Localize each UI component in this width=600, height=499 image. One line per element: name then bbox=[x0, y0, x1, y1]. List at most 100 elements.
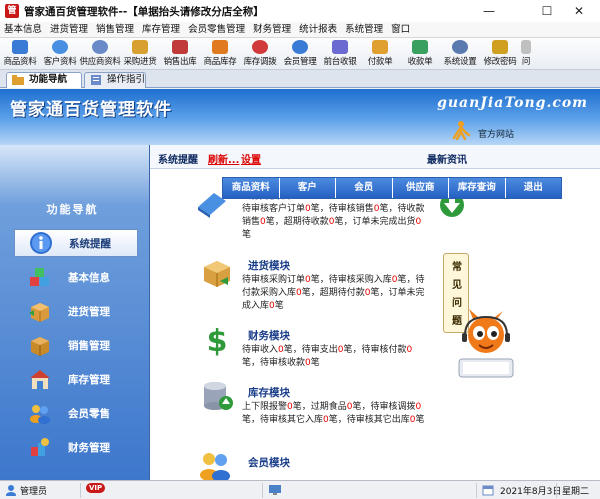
payment-icon bbox=[372, 40, 388, 54]
user-icon bbox=[6, 485, 16, 496]
tool-help[interactable]: 问 bbox=[520, 38, 532, 70]
module-text: 笔，待审支出 bbox=[283, 345, 338, 355]
menu-member-retail[interactable]: 会员零售管理 bbox=[184, 22, 249, 38]
people-icon bbox=[200, 453, 230, 480]
quick-product-button[interactable]: 商品资料 bbox=[223, 178, 280, 198]
tool-customer[interactable]: 客户资料 bbox=[40, 38, 80, 70]
sidebar-item-system-tips[interactable]: 系统提醒 bbox=[14, 229, 138, 257]
system-tips-label: 系统提醒 bbox=[158, 155, 198, 166]
inventory-module-title[interactable]: 库存模块 bbox=[248, 385, 290, 400]
people-icon bbox=[30, 405, 50, 424]
count-value[interactable]: 0 bbox=[407, 345, 413, 355]
minimize-button[interactable]: — bbox=[468, 0, 510, 22]
tab-bar: 功能导航 操作指引 bbox=[0, 70, 600, 88]
menu-system[interactable]: 系统管理 bbox=[341, 22, 387, 38]
module-text: 笔 bbox=[310, 358, 320, 368]
tool-settings[interactable]: 系统设置 bbox=[440, 38, 480, 70]
faq-char: 常 bbox=[452, 262, 462, 273]
tool-payment[interactable]: 付款单 bbox=[360, 38, 400, 70]
quick-supplier-button[interactable]: 供应商 bbox=[392, 178, 449, 198]
status-bar: 管理员 VIP 2021年8月3日 星期二 bbox=[0, 480, 600, 499]
sidebar-item-label: 系统提醒 bbox=[69, 237, 111, 250]
mascot-icon[interactable] bbox=[453, 295, 519, 383]
sidebar-item-member-retail[interactable]: 会员零售 bbox=[14, 399, 138, 427]
quick-customer-button[interactable]: 客户 bbox=[279, 178, 336, 198]
tool-member[interactable]: 会员管理 bbox=[280, 38, 320, 70]
sidebar-item-inventory[interactable]: 库存管理 bbox=[14, 365, 138, 393]
menu-purchase[interactable]: 进货管理 bbox=[46, 22, 92, 38]
finance-module-title[interactable]: 财务模块 bbox=[248, 328, 290, 343]
box-icon bbox=[29, 303, 49, 322]
tool-sales-out[interactable]: 销售出库 bbox=[160, 38, 200, 70]
sidebar-item-label: 财务管理 bbox=[68, 441, 110, 454]
tool-label: 付款单 bbox=[367, 57, 393, 67]
tool-supplier[interactable]: 供应商资料 bbox=[79, 38, 121, 70]
tab-function-nav[interactable]: 功能导航 bbox=[6, 72, 82, 88]
tool-purchase[interactable]: 采购进货 bbox=[120, 38, 160, 70]
window-title: 管家通百货管理软件--【单据抬头请修改分店全称】 bbox=[24, 5, 264, 18]
menu-window[interactable]: 窗口 bbox=[387, 22, 414, 38]
count-value[interactable]: 0 bbox=[416, 217, 422, 227]
tool-label: 销售出库 bbox=[163, 57, 197, 67]
menu-basic-info[interactable]: 基本信息 bbox=[0, 22, 46, 38]
close-button[interactable]: ✕ bbox=[558, 0, 600, 22]
tool-product[interactable]: 商品资料 bbox=[0, 38, 40, 70]
quick-exit-button[interactable]: 退出 bbox=[505, 178, 561, 198]
quick-member-button[interactable]: 会员 bbox=[336, 178, 393, 198]
menu-bar: 基本信息 进货管理 销售管理 库存管理 会员零售管理 财务管理 统计报表 系统管… bbox=[0, 22, 600, 38]
sidebar-item-finance[interactable]: 财务管理 bbox=[14, 433, 138, 461]
tool-receipt[interactable]: 收款单 bbox=[400, 38, 440, 70]
status-divider bbox=[476, 483, 477, 498]
module-text: 笔，待审核采购入库 bbox=[310, 275, 392, 285]
sales-module-text: 待审核客户订单0笔，待审核销售0笔，待收款销售0笔，超期待收款0笔，订单未完成出… bbox=[242, 203, 427, 242]
menu-reports[interactable]: 统计报表 bbox=[295, 22, 341, 38]
tab-guide[interactable]: 操作指引 bbox=[84, 72, 146, 88]
sidebar-item-label: 库存管理 bbox=[68, 373, 110, 386]
sidebar-item-label: 基本信息 bbox=[68, 271, 110, 284]
transfer-icon bbox=[252, 40, 268, 54]
sidebar-item-sales[interactable]: 销售管理 bbox=[14, 331, 138, 359]
warehouse-icon bbox=[30, 370, 50, 389]
count-value[interactable]: 0 bbox=[416, 402, 422, 412]
settings-link[interactable]: 设置 bbox=[241, 151, 261, 166]
tool-cashier[interactable]: 前台收银 bbox=[320, 38, 360, 70]
member-module-title[interactable]: 会员模块 bbox=[248, 455, 290, 470]
content-header: 系统提醒 刷新... 设置 最新资讯 bbox=[150, 145, 600, 169]
sidebar: 功能导航 系统提醒 基本信息 进货管理 销售管理 库存管理 会员零售 财务管理 bbox=[0, 145, 150, 480]
finance-module-text: 待审收入0笔，待审支出0笔，待审核付款0笔，待审核收款0笔 bbox=[242, 344, 427, 370]
module-text: 笔，超期待付款 bbox=[301, 288, 365, 298]
tool-label: 系统设置 bbox=[443, 57, 477, 67]
sidebar-item-basic-info[interactable]: 基本信息 bbox=[14, 263, 138, 291]
refresh-link[interactable]: 刷新... bbox=[208, 151, 239, 166]
tool-label: 问 bbox=[521, 57, 531, 67]
sidebar-item-label: 销售管理 bbox=[68, 339, 110, 352]
tool-inventory[interactable]: 商品库存 bbox=[200, 38, 240, 70]
official-site-link[interactable]: 官方网站 bbox=[478, 127, 514, 140]
purchase-module-title[interactable]: 进货模块 bbox=[248, 258, 290, 273]
tool-label: 收款单 bbox=[407, 57, 433, 67]
package-icon bbox=[31, 337, 49, 356]
module-text: 笔 bbox=[415, 415, 425, 425]
help-icon bbox=[521, 40, 531, 54]
menu-finance[interactable]: 财务管理 bbox=[249, 22, 295, 38]
guide-tab-icon bbox=[91, 75, 101, 85]
quick-inventory-query-button[interactable]: 库存查询 bbox=[449, 178, 506, 198]
status-date: 2021年8月3日 bbox=[500, 487, 562, 497]
vip-badge[interactable]: VIP bbox=[86, 483, 106, 493]
module-text: 笔，过期食品 bbox=[292, 402, 347, 412]
tool-password[interactable]: 修改密码 bbox=[480, 38, 520, 70]
tool-label: 前台收银 bbox=[323, 57, 357, 67]
sidebar-item-purchase[interactable]: 进货管理 bbox=[14, 297, 138, 325]
tool-transfer[interactable]: 库存调拨 bbox=[240, 38, 280, 70]
menu-inventory[interactable]: 库存管理 bbox=[138, 22, 184, 38]
status-weekday: 星期二 bbox=[562, 487, 590, 497]
inventory-icon bbox=[212, 40, 228, 54]
menu-sales[interactable]: 销售管理 bbox=[92, 22, 138, 38]
tool-label: 供应商资料 bbox=[79, 57, 121, 67]
module-text: 笔 bbox=[242, 230, 252, 240]
banner: 管家通百货管理软件 guanJiaTong.com 官方网站 bbox=[0, 89, 600, 145]
module-text: 笔，待审核其它入库 bbox=[242, 415, 324, 425]
tool-label: 修改密码 bbox=[483, 57, 517, 67]
main-content: 系统提醒 刷新... 设置 最新资讯 销售模块 待审核客户订单0笔，待审核销售0… bbox=[150, 145, 600, 480]
official-site-logo-icon[interactable] bbox=[451, 120, 471, 140]
